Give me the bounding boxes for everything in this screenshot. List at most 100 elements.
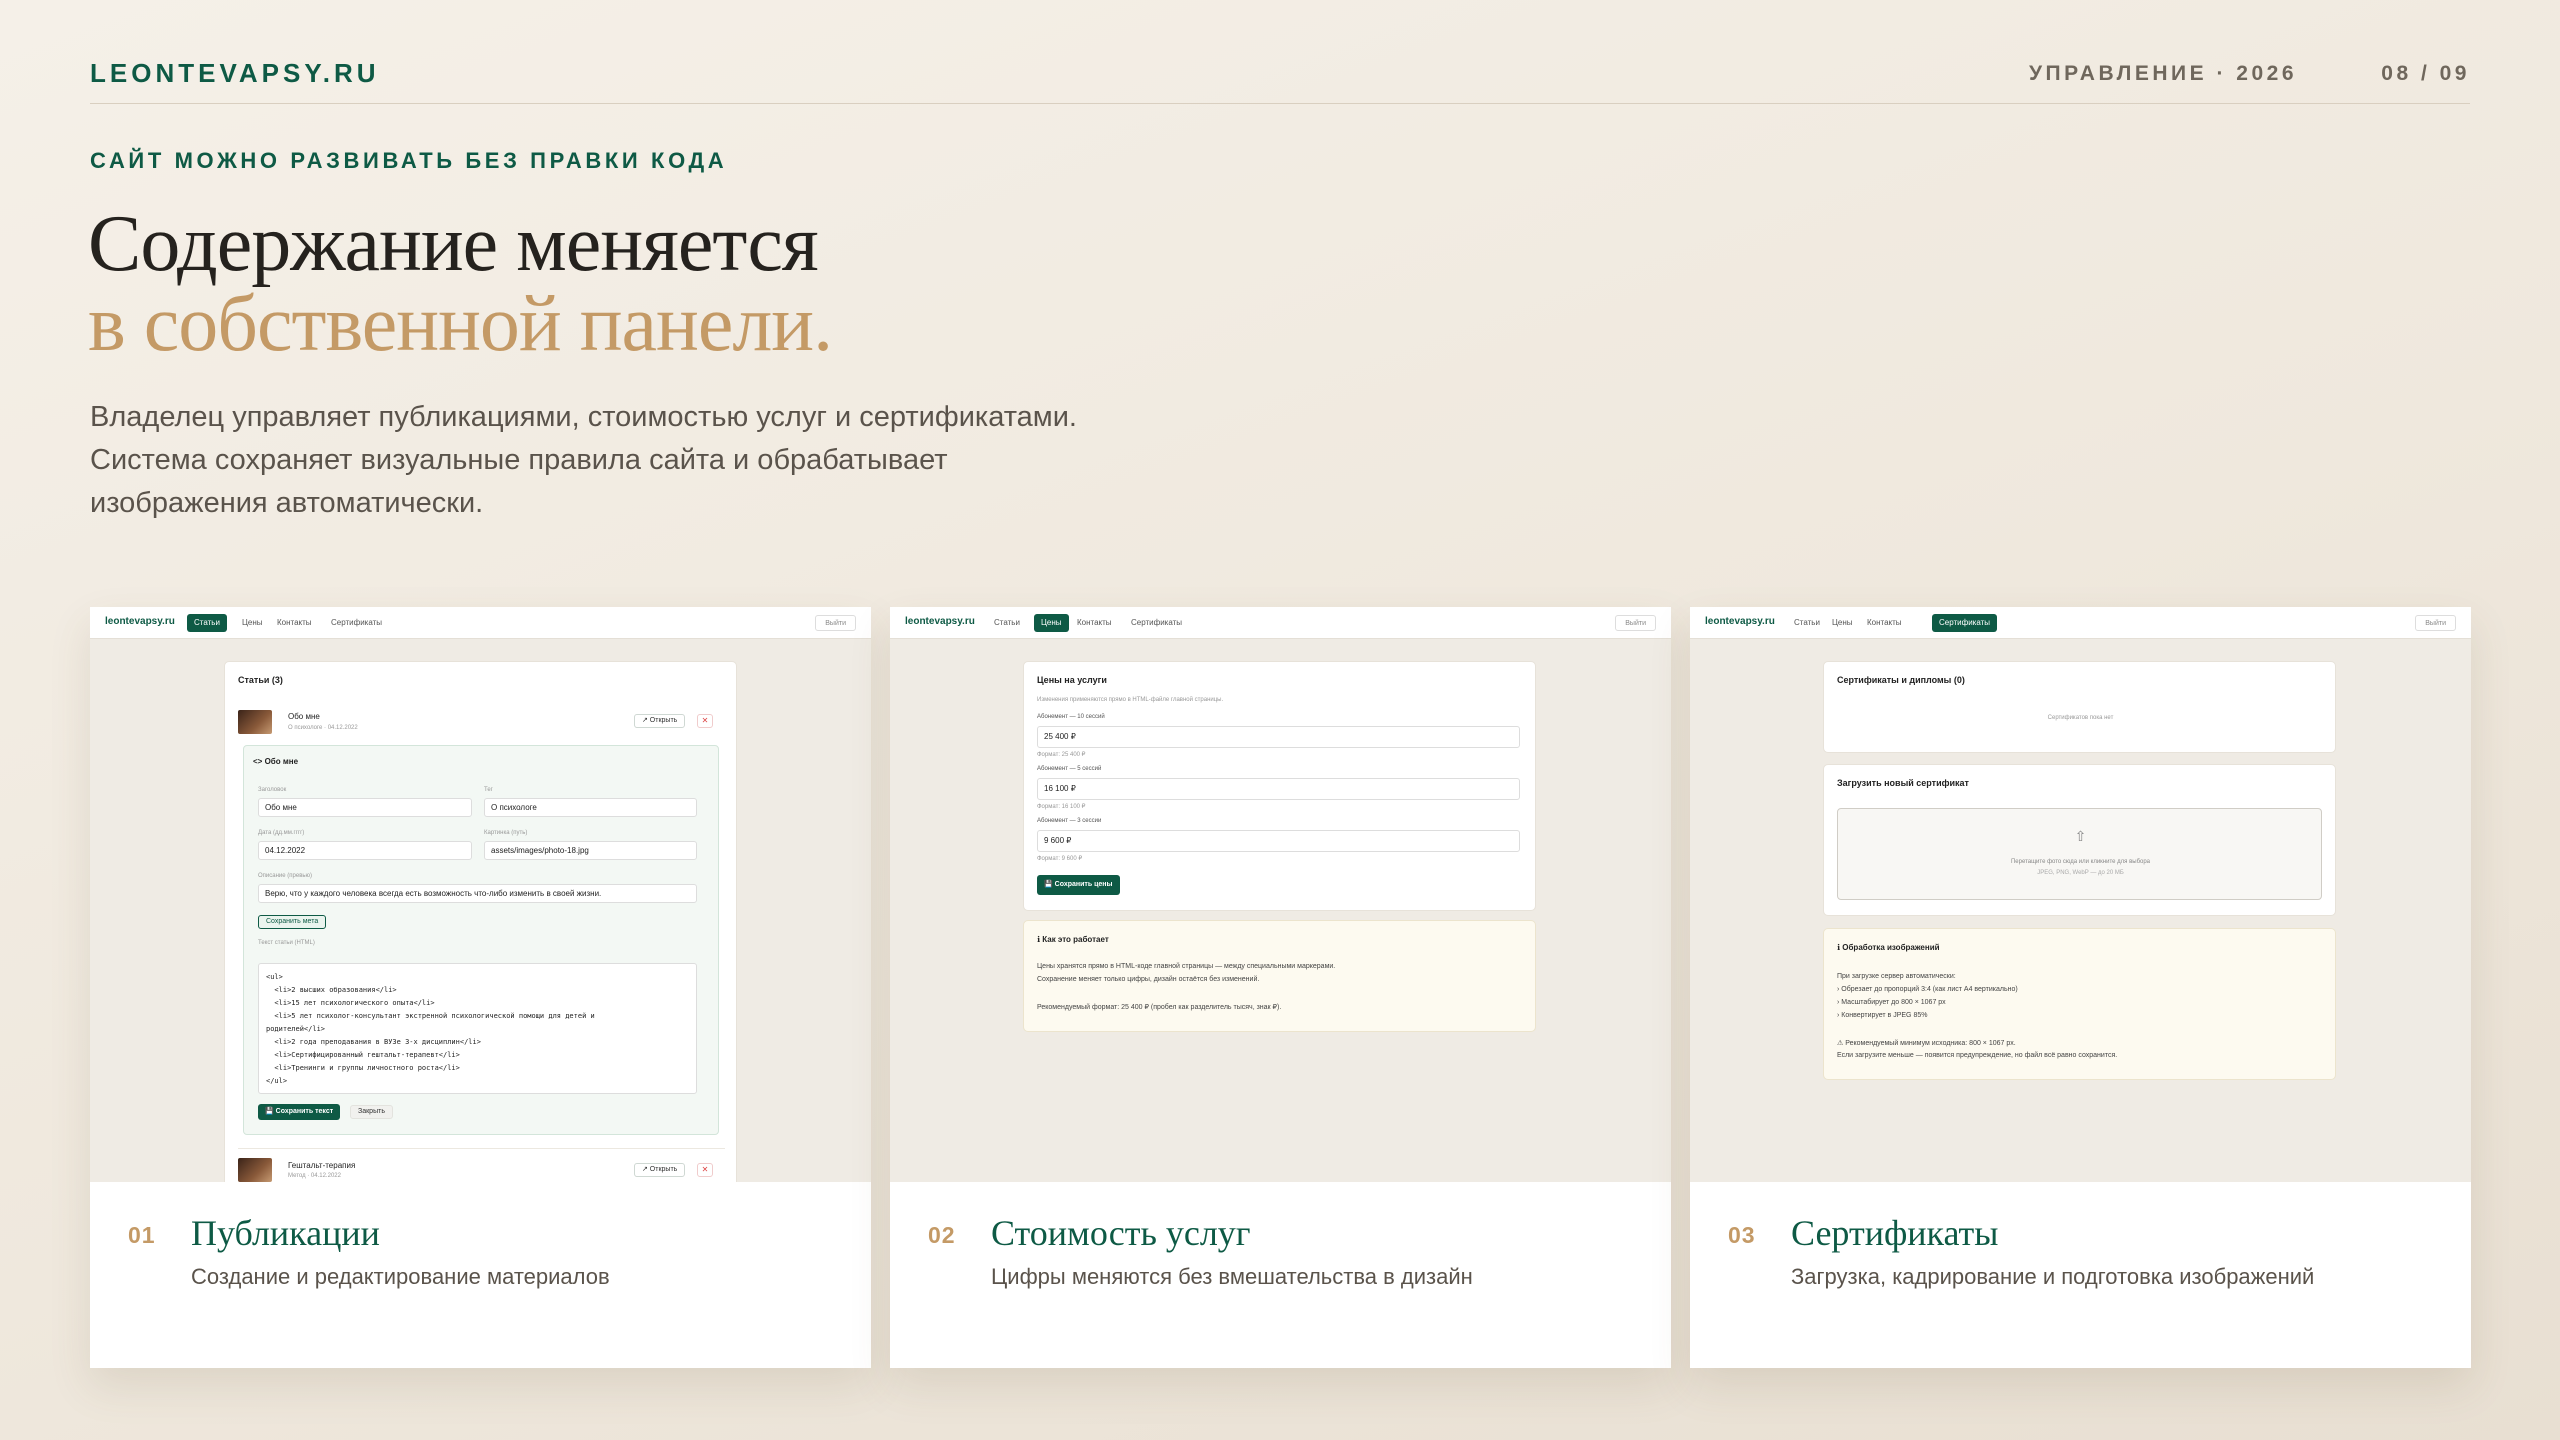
image-path-input[interactable]: assets/images/photo-18.jpg bbox=[484, 841, 697, 860]
price-input[interactable]: 25 400 ₽ bbox=[1037, 726, 1520, 748]
article-thumbnail bbox=[238, 710, 272, 734]
page-title: Содержание меняется в собственной панели… bbox=[88, 204, 833, 368]
how-title: ℹ Как это работает bbox=[1037, 935, 1109, 944]
tab-certificates[interactable]: Сертификаты bbox=[1124, 614, 1189, 632]
lede-line: изображения автоматически. bbox=[90, 487, 484, 519]
tab-articles[interactable]: Статьи bbox=[987, 614, 1027, 632]
article-meta: О психологе · 04.12.2022 bbox=[288, 725, 358, 731]
html-code: <ul> <li>2 высших образования</li> <li>1… bbox=[266, 973, 595, 1085]
logout-button[interactable]: Выйти bbox=[815, 615, 856, 631]
processing-line: › Обрезает до пропорций 3:4 (как лист А4… bbox=[1837, 986, 2018, 993]
screenshot-certificates: leontevapsy.ru Статьи Цены Контакты Серт… bbox=[1690, 607, 2471, 1182]
date-label: Дата (дд.мм.гггг) bbox=[258, 830, 305, 836]
upload-hint: Перетащите фото сюда или кликните для вы… bbox=[2010, 859, 2151, 865]
delete-article-button[interactable]: ✕ bbox=[697, 1163, 713, 1177]
admin-brand[interactable]: leontevapsy.ru bbox=[1705, 616, 1775, 627]
tag-input[interactable]: О психологе bbox=[484, 798, 697, 817]
how-line: Рекомендуемый формат: 25 400 ₽ (пробел к… bbox=[1037, 1004, 1282, 1011]
card-title: Публикации bbox=[191, 1213, 380, 1253]
article-title: Обо мне bbox=[288, 712, 320, 721]
card-subtitle: Создание и редактирование материалов bbox=[191, 1264, 610, 1289]
card-number: 01 bbox=[128, 1222, 156, 1248]
open-article-button[interactable]: ↗ Открыть bbox=[634, 714, 686, 728]
page-counter: 08 / 09 bbox=[2381, 62, 2470, 85]
price-label: Абонемент — 10 сессий bbox=[1037, 714, 1105, 720]
card-caption: 01 Публикации Создание и редактирование … bbox=[90, 1182, 871, 1368]
article-meta: Метод · 04.12.2022 bbox=[288, 1173, 341, 1179]
tab-certificates[interactable]: Сертификаты bbox=[324, 614, 389, 632]
processing-line: › Конвертирует в JPEG 85% bbox=[1837, 1012, 1928, 1019]
delete-article-button[interactable]: ✕ bbox=[697, 714, 713, 728]
admin-brand[interactable]: leontevapsy.ru bbox=[105, 616, 175, 627]
upload-header: Загрузить новый сертификат bbox=[1837, 778, 1969, 788]
tab-certificates[interactable]: Сертификаты bbox=[1932, 614, 1998, 632]
title-input[interactable]: Обо мне bbox=[258, 798, 472, 817]
article-title: Гештальт-терапия bbox=[288, 1161, 356, 1170]
card-subtitle: Загрузка, кадрирование и подготовка изоб… bbox=[1791, 1264, 2315, 1289]
how-line: Сохранение меняет только цифры, дизайн о… bbox=[1037, 976, 1260, 983]
save-text-button[interactable]: 💾 Сохранить текст bbox=[258, 1104, 341, 1120]
card-title: Стоимость услуг bbox=[991, 1213, 1251, 1253]
card-title: Сертификаты bbox=[1791, 1213, 1999, 1253]
tab-contacts[interactable]: Контакты bbox=[270, 614, 319, 632]
lede-line: Система сохраняет визуальные правила сай… bbox=[90, 444, 948, 476]
save-meta-button[interactable]: Сохранить мета bbox=[258, 915, 327, 929]
tab-articles[interactable]: Статьи bbox=[187, 614, 227, 632]
logout-button[interactable]: Выйти bbox=[1615, 615, 1656, 631]
price-input[interactable]: 16 100 ₽ bbox=[1037, 778, 1520, 800]
certificates-panel: Сертификаты и дипломы (0) Сертификатов п… bbox=[1823, 661, 2336, 753]
card-certificates: leontevapsy.ru Статьи Цены Контакты Серт… bbox=[1690, 607, 2471, 1368]
brand-logo[interactable]: LEONTEVAPSY.RU bbox=[90, 58, 380, 89]
tag-label: Тег bbox=[484, 787, 493, 793]
tab-prices[interactable]: Цены bbox=[1034, 614, 1069, 632]
processing-title: ℹ Обработка изображений bbox=[1837, 943, 1940, 952]
tab-prices[interactable]: Цены bbox=[1825, 614, 1860, 632]
tab-prices[interactable]: Цены bbox=[235, 614, 270, 632]
price-hint: Формат: 9 600 ₽ bbox=[1037, 856, 1083, 862]
tab-articles[interactable]: Статьи bbox=[1787, 614, 1827, 632]
lede: Владелец управляет публикациями, стоимос… bbox=[90, 396, 1190, 525]
card-caption: 03 Сертификаты Загрузка, кадрирование и … bbox=[1690, 1182, 2471, 1368]
articles-panel: Статьи (3) Обо мне О психологе · 04.12.2… bbox=[224, 661, 737, 1182]
top-bar: LEONTEVAPSY.RU УПРАВЛЕНИЕ · 2026 08 / 09 bbox=[90, 58, 2470, 104]
card-number: 03 bbox=[1728, 1222, 1756, 1248]
processing-line: ⚠ Рекомендуемый минимум исходника: 800 ×… bbox=[1837, 1040, 2016, 1047]
card-publications: leontevapsy.ru Статьи Цены Контакты Серт… bbox=[90, 607, 871, 1368]
tab-contacts[interactable]: Контакты bbox=[1860, 614, 1909, 632]
admin-brand[interactable]: leontevapsy.ru bbox=[905, 616, 975, 627]
close-editor-button[interactable]: Закрыть bbox=[350, 1105, 393, 1119]
price-label: Абонемент — 5 сессий bbox=[1037, 766, 1102, 772]
logout-button[interactable]: Выйти bbox=[2415, 615, 2456, 631]
title-line-2: в собственной панели. bbox=[88, 280, 833, 368]
image-label: Картинка (путь) bbox=[484, 830, 528, 836]
prices-header: Цены на услуги bbox=[1037, 675, 1107, 685]
save-prices-button[interactable]: 💾 Сохранить цены bbox=[1037, 875, 1120, 895]
price-hint: Формат: 16 100 ₽ bbox=[1037, 804, 1086, 810]
processing-line: Если загрузите меньше — появится предупр… bbox=[1837, 1052, 2118, 1059]
title-label: Заголовок bbox=[258, 787, 287, 793]
admin-nav: leontevapsy.ru Статьи Цены Контакты Серт… bbox=[1690, 607, 2471, 639]
upload-panel: Загрузить новый сертификат ⇧ Перетащите … bbox=[1823, 764, 2336, 916]
editor-heading: <> Обо мне bbox=[253, 757, 299, 766]
description-label: Описание (превью) bbox=[258, 873, 313, 879]
price-input[interactable]: 9 600 ₽ bbox=[1037, 830, 1520, 852]
card-number: 02 bbox=[928, 1222, 956, 1248]
how-line: Цены хранятся прямо в HTML-коде главной … bbox=[1037, 963, 1336, 970]
upload-icon: ⇧ bbox=[2074, 828, 2087, 844]
prices-note: Изменения применяются прямо в HTML-файле… bbox=[1037, 697, 1224, 703]
description-input[interactable]: Верю, что у каждого человека всегда есть… bbox=[258, 884, 697, 903]
date-input[interactable]: 04.12.2022 bbox=[258, 841, 472, 860]
open-article-button[interactable]: ↗ Открыть bbox=[634, 1163, 686, 1177]
prices-panel: Цены на услуги Изменения применяются пря… bbox=[1023, 661, 1536, 911]
screenshot-articles: leontevapsy.ru Статьи Цены Контакты Серт… bbox=[90, 607, 871, 1182]
articles-header: Статьи (3) bbox=[238, 675, 283, 685]
upload-dropzone[interactable]: ⇧ Перетащите фото сюда или кликните для … bbox=[1837, 808, 2322, 900]
tab-contacts[interactable]: Контакты bbox=[1070, 614, 1119, 632]
processing-line: › Масштабирует до 800 × 1067 px bbox=[1837, 999, 1946, 1006]
admin-nav: leontevapsy.ru Статьи Цены Контакты Серт… bbox=[90, 607, 871, 639]
article-editor: <> Обо мне Заголовок Обо мне Тег О психо… bbox=[243, 745, 719, 1135]
price-label: Абонемент — 3 сессии bbox=[1037, 818, 1102, 824]
card-subtitle: Цифры меняются без вмешательства в дизай… bbox=[991, 1264, 1473, 1289]
html-textarea[interactable]: <ul> <li>2 высших образования</li> <li>1… bbox=[258, 963, 697, 1094]
upload-formats: JPEG, PNG, WebP — до 20 МБ bbox=[2037, 870, 2124, 876]
